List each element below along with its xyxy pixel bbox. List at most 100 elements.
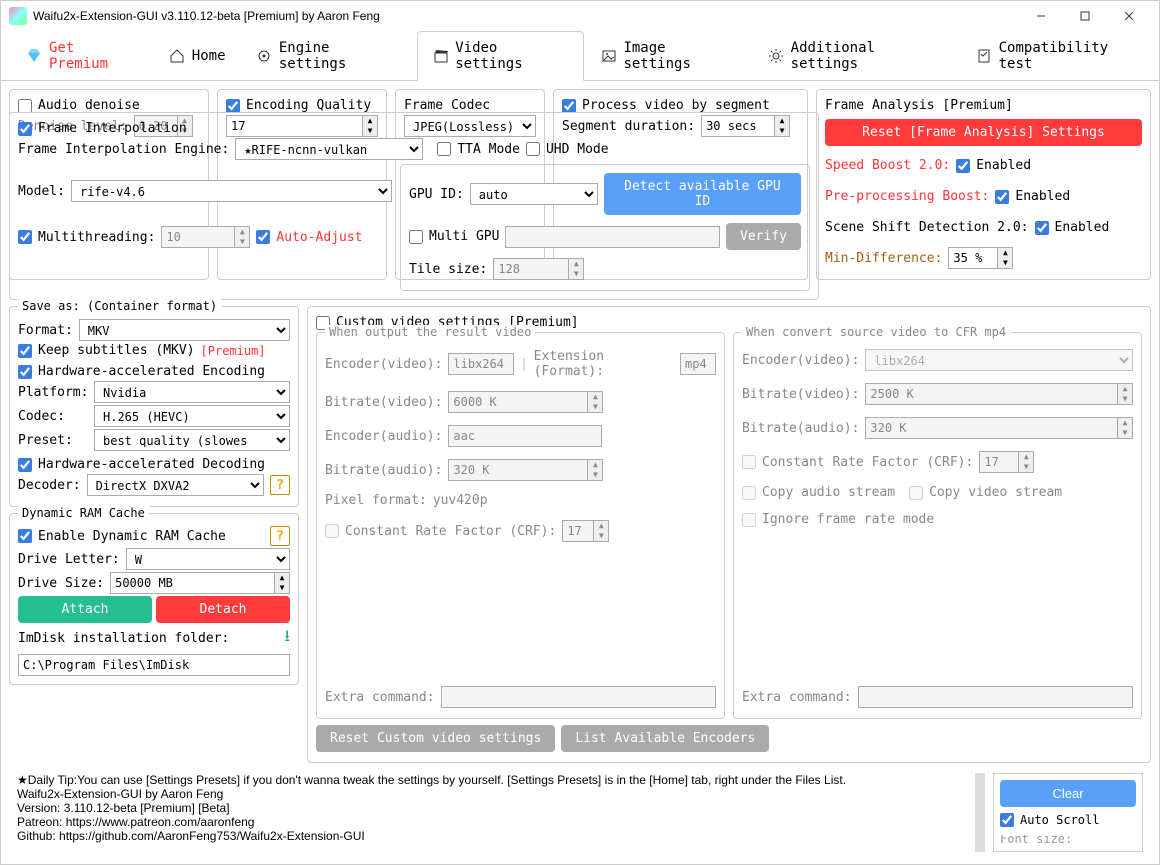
auto-adjust-checkbox[interactable] (256, 230, 270, 244)
extension-input[interactable] (680, 353, 716, 375)
auto-scroll-checkbox[interactable] (1000, 813, 1014, 827)
tab-video-settings[interactable]: Video settings (417, 31, 584, 81)
speed-boost-checkbox[interactable] (956, 159, 970, 173)
tab-engine-settings[interactable]: Engine settings (242, 31, 415, 80)
enc-audio-input[interactable] (448, 425, 602, 447)
cfr-crf-checkbox[interactable] (742, 455, 756, 469)
cfr-bitrate-video-input[interactable] (865, 383, 1118, 405)
tab-get-premium[interactable]: Get Premium (11, 31, 152, 80)
custom-video-group: Custom video settings [Premium] When out… (307, 306, 1151, 763)
frame-interpolation-label: Frame Interpolation (38, 121, 187, 136)
app-icon (9, 7, 27, 25)
encoding-quality-checkbox[interactable] (226, 99, 240, 113)
attach-button[interactable]: Attach (18, 596, 152, 623)
cfr-crf-label: Constant Rate Factor (CRF): (762, 455, 973, 470)
image-icon (600, 47, 617, 65)
bitrate-video-input[interactable] (448, 391, 588, 413)
format-label: Format: (18, 323, 73, 338)
multi-gpu-field[interactable] (505, 226, 720, 248)
clear-log-button[interactable]: Clear (1000, 780, 1136, 807)
cfr-extra-cmd-input[interactable] (858, 686, 1133, 708)
close-button[interactable] (1107, 2, 1151, 30)
multithreading-checkbox[interactable] (18, 230, 32, 244)
scene-shift-checkbox[interactable] (1035, 221, 1049, 235)
frame-interpolation-checkbox[interactable] (18, 122, 32, 136)
hw-encoding-checkbox[interactable] (18, 365, 32, 379)
home-icon (168, 47, 186, 65)
tta-mode-label: TTA Mode (457, 142, 520, 157)
preprocess-boost-checkbox[interactable] (995, 190, 1009, 204)
copy-audio-label: Copy audio stream (762, 485, 895, 500)
min-difference-input[interactable] (948, 247, 998, 269)
enable-ram-cache-checkbox[interactable] (18, 529, 32, 543)
cfr-bitrate-audio-input[interactable] (865, 417, 1118, 439)
encoding-quality-label: Encoding Quality (246, 98, 371, 113)
save-as-legend: Save as: (Container format) (18, 299, 221, 313)
uhd-mode-label: UHD Mode (546, 142, 609, 157)
imdisk-path-input[interactable] (18, 654, 290, 676)
help-icon[interactable]: ? (270, 526, 290, 546)
ignore-framerate-checkbox[interactable] (742, 513, 756, 527)
extra-cmd-input[interactable] (441, 686, 716, 708)
reset-frame-analysis-button[interactable]: Reset [Frame Analysis] Settings (825, 119, 1142, 146)
format-select[interactable]: MKV (79, 319, 290, 341)
crf-checkbox[interactable] (325, 524, 339, 538)
codec-select[interactable]: H.265 (HEVC) (94, 405, 290, 427)
title-bar: Waifu2x-Extension-GUI v3.110.12-beta [Pr… (1, 1, 1159, 31)
cfr-enc-video-select[interactable]: libx264 (865, 349, 1133, 371)
drive-letter-label: Drive Letter: (18, 552, 120, 567)
copy-audio-checkbox[interactable] (742, 486, 756, 500)
list-encoders-button[interactable]: List Available Encoders (561, 725, 769, 752)
tile-size-input[interactable] (493, 258, 569, 280)
extra-cmd-label: Extra command: (325, 690, 435, 705)
save-as-group: Save as: (Container format) Format: MKV … (9, 306, 299, 507)
multi-gpu-checkbox[interactable] (409, 230, 423, 244)
preprocess-boost-label: Pre-processing Boost: (825, 189, 989, 204)
process-segment-checkbox[interactable] (562, 99, 576, 113)
uhd-mode-checkbox[interactable] (526, 142, 540, 156)
frame-codec-label: Frame Codec (404, 98, 490, 113)
platform-select[interactable]: Nvidia (94, 381, 290, 403)
multi-gpu-label: Multi GPU (429, 229, 499, 244)
interp-engine-select[interactable]: ★RIFE-ncnn-vulkan (235, 138, 423, 160)
cfr-crf-input[interactable] (979, 451, 1019, 473)
enc-video-input[interactable] (448, 353, 514, 375)
keep-subtitles-checkbox[interactable] (18, 344, 32, 358)
tab-compatibility-test[interactable]: Compatibility test (961, 31, 1159, 80)
audio-denoise-checkbox[interactable] (18, 99, 32, 113)
crf-input[interactable] (562, 520, 594, 542)
hw-encoding-label: Hardware-accelerated Encoding (38, 364, 265, 379)
verify-button[interactable]: Verify (726, 223, 801, 250)
log-area: ★Daily Tip:You can use [Settings Presets… (17, 773, 967, 852)
cfr-enc-video-label: Encoder(video): (742, 353, 859, 368)
detect-gpu-button[interactable]: Detect available GPU ID (604, 173, 801, 215)
font-size-label: Font size: (1000, 835, 1072, 843)
min-difference-label: Min-Difference: (825, 251, 942, 266)
process-segment-label: Process video by segment (582, 98, 770, 113)
preset-label: Preset: (18, 433, 88, 448)
bitrate-audio-input[interactable] (448, 459, 588, 481)
tab-home[interactable]: Home (154, 31, 240, 80)
pixel-format-value: yuv420p (433, 493, 488, 508)
detach-button[interactable]: Detach (156, 596, 290, 623)
copy-video-checkbox[interactable] (909, 486, 923, 500)
ram-cache-legend: Dynamic RAM Cache (18, 506, 149, 520)
tab-additional-settings[interactable]: Additional settings (753, 31, 959, 80)
help-icon[interactable]: ? (270, 475, 290, 495)
tta-mode-checkbox[interactable] (437, 142, 451, 156)
drive-letter-select[interactable]: W (126, 548, 290, 570)
decoder-select[interactable]: DirectX DXVA2 (87, 474, 264, 496)
drive-size-input[interactable] (110, 572, 275, 594)
preset-select[interactable]: best quality (slowes (94, 429, 290, 451)
minimize-button[interactable] (1019, 2, 1063, 30)
tab-image-settings[interactable]: Image settings (586, 31, 751, 80)
model-select[interactable]: rife-v4.6 (71, 180, 392, 202)
reset-custom-video-button[interactable]: Reset Custom video settings (316, 725, 555, 752)
maximize-button[interactable] (1063, 2, 1107, 30)
hw-decoding-checkbox[interactable] (18, 458, 32, 472)
download-icon[interactable]: ⭳ (284, 625, 290, 652)
cfr-bitrate-video-label: Bitrate(video): (742, 387, 859, 402)
gpu-id-select[interactable]: auto (470, 183, 598, 205)
multithreading-input[interactable] (161, 226, 235, 248)
scrollbar[interactable] (975, 773, 985, 852)
